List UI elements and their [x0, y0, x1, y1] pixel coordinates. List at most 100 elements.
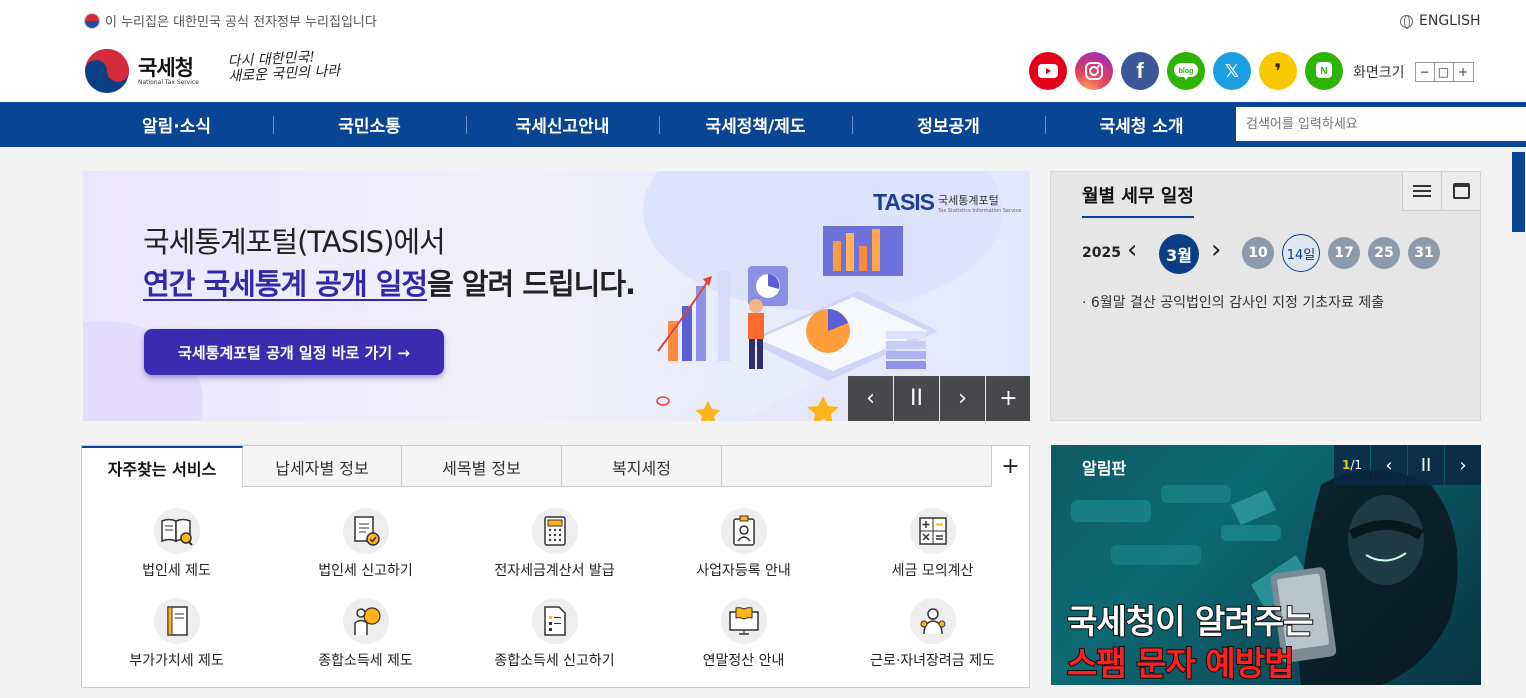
checklist-icon [531, 598, 578, 644]
board-next-button[interactable]: › [1445, 445, 1481, 485]
board-title: 알림판 [1082, 459, 1127, 478]
gov-notice-text: 이 누리집은 대한민국 공식 전자정부 누리집입니다 [105, 15, 377, 30]
gnb-item-disclosure[interactable]: 정보공개 [852, 102, 1045, 147]
gnb-item-communication[interactable]: 국민소통 [273, 102, 466, 147]
service-label: 연말정산 안내 [702, 653, 785, 669]
logo[interactable]: 국세청 National Tax Service [84, 48, 199, 94]
service-item[interactable]: 세금 모의계산 [838, 508, 1027, 586]
gnb-item-filing-guide[interactable]: 국세신고안내 [466, 102, 659, 147]
band-icon[interactable]: N [1305, 52, 1343, 90]
person-idea-icon [342, 598, 389, 644]
service-item[interactable]: 사업자등록 안내 [649, 508, 838, 586]
social-links: f blog 𝕏 ❜ N [1029, 52, 1343, 90]
service-label: 법인세 제도 [142, 563, 211, 579]
banner-cta-button[interactable]: 국세통계포털 공개 일정 바로 가기 → [144, 329, 444, 375]
tab-taxpayer-info[interactable]: 납세자별 정보 [243, 446, 402, 487]
service-label: 종합소득세 제도 [318, 653, 413, 669]
banner-subheadline: 연간 국세통계 공개 일정을 알려 드립니다. [143, 261, 636, 303]
service-label: 근로·자녀장려금 제도 [870, 653, 995, 669]
tasis-name: 국세통계포털 Tax Statistics Information Servic… [938, 192, 1021, 214]
kakao-story-icon[interactable]: ❜ [1259, 52, 1297, 90]
banner-pause-button[interactable]: II [894, 376, 939, 421]
service-item[interactable]: 종합소득세 제도 [271, 598, 460, 676]
service-item[interactable]: 전자세금계산서 발급 [460, 508, 649, 586]
board-counter-total: 1 [1354, 458, 1363, 472]
calendar-icon [1452, 183, 1470, 199]
banner-headline: 국세통계포털(TASIS)에서 [143, 225, 446, 259]
tab-welfare-tax[interactable]: 복지세정 [562, 446, 722, 487]
font-size-label: 화면크기 [1353, 65, 1405, 81]
gnb-item-about[interactable]: 국세청 소개 [1045, 102, 1238, 147]
gnb-item-news[interactable]: 알림·소식 [80, 102, 273, 147]
service-item[interactable]: 연말정산 안내 [649, 598, 838, 676]
taegeuk-flag-icon [84, 12, 100, 29]
schedule-day[interactable]: 31 [1408, 237, 1440, 269]
x-twitter-icon[interactable]: 𝕏 [1213, 52, 1251, 90]
font-size-increase-button[interactable]: + [1453, 63, 1473, 81]
calendar-view-button[interactable] [1441, 172, 1480, 211]
service-item[interactable]: 법인세 신고하기 [271, 508, 460, 586]
document-check-icon [342, 508, 389, 554]
current-month: 3월 [1159, 234, 1199, 274]
svg-text:blog: blog [1179, 68, 1194, 75]
instagram-icon[interactable] [1075, 52, 1113, 90]
banner-next-button[interactable]: › [940, 376, 985, 421]
schedule-day[interactable]: 25 [1368, 237, 1400, 269]
logo-text: 국세청 National Tax Service [138, 57, 199, 86]
top-header: 이 누리집은 대한민국 공식 전자정부 누리집입니다 ENGLISH 국세청 N… [0, 0, 1526, 102]
tab-tax-item-info[interactable]: 세목별 정보 [402, 446, 562, 487]
tab-frequent-services[interactable]: 자주찾는 서비스 [82, 446, 243, 488]
english-label: ENGLISH [1419, 13, 1481, 29]
search-input[interactable] [1236, 107, 1526, 141]
nts-emblem-icon [85, 49, 129, 93]
list-icon [1413, 185, 1431, 197]
services-tabs: 자주찾는 서비스 납세자별 정보 세목별 정보 복지세정 [82, 446, 1029, 488]
tasis-name-en: Tax Statistics Information Service [938, 207, 1022, 214]
monthly-tax-schedule: 월별 세무 일정 2025 ‹ 3월 › 10 14일 17 25 31 · 6… [1050, 171, 1481, 421]
blog-icon[interactable]: blog [1167, 52, 1205, 90]
service-item[interactable]: 법인세 제도 [82, 508, 271, 586]
banner-more-button[interactable]: + [986, 376, 1030, 421]
book-search-icon [153, 508, 200, 554]
service-item[interactable]: 종합소득세 신고하기 [460, 598, 649, 676]
board-counter: 1/1 [1334, 445, 1370, 485]
font-size-reset-button[interactable]: □ [1434, 63, 1454, 81]
service-item[interactable]: 부가가치세 제도 [82, 598, 271, 676]
banner-prev-button[interactable]: ‹ [848, 376, 893, 421]
gnb-item-policy[interactable]: 국세정책/제도 [659, 102, 852, 147]
service-label: 세금 모의계산 [891, 563, 974, 579]
english-link[interactable]: ENGLISH [1400, 13, 1481, 29]
youtube-icon[interactable] [1029, 52, 1067, 90]
service-item[interactable]: 근로·자녀장려금 제도 [838, 598, 1027, 676]
math-symbols-icon [909, 508, 956, 554]
service-label: 사업자등록 안내 [696, 563, 791, 579]
tasis-logo: TASIS 국세통계포털 Tax Statistics Information … [873, 189, 1021, 216]
schedule-item[interactable]: · 6월말 결산 공익법인의 감사인 지정 기초자료 제출 [1082, 292, 1384, 312]
schedule-day[interactable]: 17 [1328, 237, 1360, 269]
font-size-buttons: − □ + [1414, 62, 1474, 82]
schedule-day[interactable]: 10 [1242, 237, 1274, 269]
schedule-view-toggles [1402, 172, 1480, 211]
gov-notice: 이 누리집은 대한민국 공식 전자정부 누리집입니다 [84, 11, 377, 30]
month-next-button[interactable]: › [1211, 235, 1221, 265]
services-more-button[interactable]: + [991, 446, 1029, 487]
tasis-mark: TASIS [873, 189, 935, 215]
board-pause-button[interactable]: II [1408, 445, 1444, 485]
board-headline-red: 스팸 문자 예방법 [1066, 643, 1295, 684]
font-size-decrease-button[interactable]: − [1415, 63, 1435, 81]
board-prev-button[interactable]: ‹ [1371, 445, 1407, 485]
banner-highlight: 연간 국세통계 공개 일정 [143, 267, 428, 301]
banner-subheadline-rest: 을 알려 드립니다. [427, 267, 636, 301]
slogan: 다시 대한민국! 새로운 국민의 나라 [227, 49, 340, 85]
main-banner[interactable]: 국세통계포털(TASIS)에서 연간 국세통계 공개 일정을 알려 드립니다. … [83, 171, 1030, 421]
notice-board[interactable]: 알림판 1/1 ‹ II › 국세청이 알려주는 스팸 문자 예방법 [1051, 445, 1481, 685]
schedule-day-selected[interactable]: 14일 [1282, 234, 1320, 272]
slogan-line2: 새로운 국민의 나라 [228, 63, 341, 85]
page-scrollbar-thumb[interactable] [1512, 152, 1525, 232]
facebook-icon[interactable]: f [1121, 52, 1159, 90]
list-view-button[interactable] [1402, 172, 1441, 211]
month-prev-button[interactable]: ‹ [1127, 235, 1137, 265]
frequent-services: 자주찾는 서비스 납세자별 정보 세목별 정보 복지세정 + 법인세 제도 법인… [81, 445, 1030, 688]
board-headline: 국세청이 알려주는 [1066, 601, 1314, 642]
services-grid: 법인세 제도 법인세 신고하기 전자세금계산서 발급 사업자등록 안내 세금 모… [82, 508, 1029, 676]
